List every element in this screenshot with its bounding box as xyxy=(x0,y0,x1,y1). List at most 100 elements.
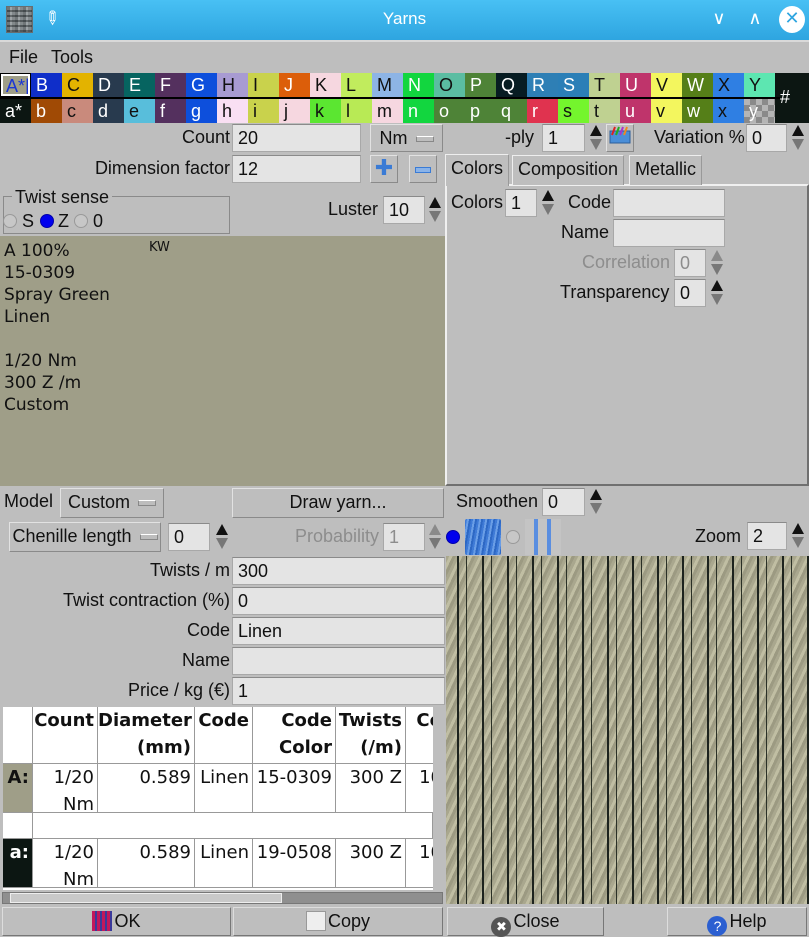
swatch-upper-G[interactable]: G xyxy=(186,73,217,97)
swatch-lower-c[interactable]: c xyxy=(62,99,93,123)
correlation-spinner[interactable] xyxy=(710,249,724,277)
contraction-input[interactable]: 0 xyxy=(232,587,445,615)
zoom-spinner[interactable] xyxy=(791,522,805,550)
unit-select[interactable]: Nm xyxy=(370,124,443,152)
yarn-code-input[interactable]: Linen xyxy=(232,617,445,645)
swatch-lower-r[interactable]: r xyxy=(527,99,558,123)
tab-colors[interactable]: Colors xyxy=(445,154,510,186)
color-code-input[interactable] xyxy=(613,189,725,217)
swatch-upper-K[interactable]: K xyxy=(310,73,341,97)
swatch-hash[interactable]: # xyxy=(775,73,809,123)
swatch-upper-J[interactable]: J xyxy=(279,73,310,97)
swatch-lower-x[interactable]: x xyxy=(713,99,744,123)
swatch-lower-m[interactable]: m xyxy=(372,99,403,123)
swatch-upper-L[interactable]: L xyxy=(341,73,372,97)
variation-input[interactable]: 0 xyxy=(746,124,787,152)
swatch-upper-R[interactable]: R xyxy=(527,73,558,97)
probability-spinner[interactable] xyxy=(428,523,442,551)
dimension-factor-input[interactable]: 12 xyxy=(232,155,361,183)
swatch-lower-w[interactable]: w xyxy=(682,99,713,123)
help-button[interactable]: ? Help xyxy=(667,907,807,936)
swatch-upper-Y[interactable]: Y xyxy=(744,73,775,97)
swatch-lower-v[interactable]: v xyxy=(651,99,682,123)
swatch-upper-V[interactable]: V xyxy=(651,73,682,97)
swatch-lower-y[interactable]: y xyxy=(744,99,775,123)
swatch-lower-u[interactable]: u xyxy=(620,99,651,123)
twists-input[interactable]: 300 xyxy=(232,557,445,585)
swatch-upper-W[interactable]: W xyxy=(682,73,713,97)
swatch-lower-h[interactable]: h xyxy=(217,99,248,123)
swatch-upper-C[interactable]: C xyxy=(62,73,93,97)
swatch-upper-D[interactable]: D xyxy=(93,73,124,97)
probability-input[interactable]: 1 xyxy=(383,523,425,551)
luster-spinner[interactable] xyxy=(428,196,442,224)
scrollbar-thumb[interactable] xyxy=(10,893,282,903)
swatch-lower-i[interactable]: i xyxy=(248,99,279,123)
ok-button[interactable]: OK xyxy=(2,907,231,936)
ply-input[interactable]: 1 xyxy=(542,124,585,152)
swatch-lower-d[interactable]: d xyxy=(93,99,124,123)
swatch-lower-j[interactable]: j xyxy=(279,99,310,123)
chenille-spinner[interactable] xyxy=(215,523,229,551)
chenille-input[interactable]: 0 xyxy=(168,523,210,551)
tab-composition[interactable]: Composition xyxy=(512,155,625,185)
tab-metallic[interactable]: Metallic xyxy=(629,155,703,185)
smoothen-spinner[interactable] xyxy=(589,488,603,516)
swatch-lower-a[interactable]: a* xyxy=(0,99,31,123)
draw-yarn-button[interactable]: Draw yarn... xyxy=(232,488,444,518)
swatch-lower-n[interactable]: n xyxy=(403,99,434,123)
colors-count-input[interactable]: 1 xyxy=(505,189,537,217)
smoothen-input[interactable]: 0 xyxy=(542,488,585,516)
swatch-upper-S[interactable]: S xyxy=(558,73,589,97)
close-window-icon[interactable]: ✕ xyxy=(779,6,805,33)
swatch-upper-B[interactable]: B xyxy=(31,73,62,97)
swatch-upper-E[interactable]: E xyxy=(124,73,155,97)
swatch-upper-X[interactable]: X xyxy=(713,73,744,97)
swatch-lower-o[interactable]: o xyxy=(434,99,465,123)
swatch-lower-l[interactable]: l xyxy=(341,99,372,123)
swatch-upper-I[interactable]: I xyxy=(248,73,279,97)
swatch-upper-P[interactable]: P xyxy=(465,73,496,97)
minimize-icon[interactable]: ∨ xyxy=(707,8,731,29)
zoom-out-button[interactable] xyxy=(409,155,437,183)
price-input[interactable]: 1 xyxy=(232,677,445,705)
swatch-upper-Q[interactable]: Q xyxy=(496,73,527,97)
swatch-lower-s[interactable]: s xyxy=(558,99,589,123)
render-mode-radio-filled[interactable] xyxy=(446,530,460,544)
copy-button[interactable]: Copy xyxy=(233,907,443,936)
swatch-upper-O[interactable]: O xyxy=(434,73,465,97)
swatch-upper-M[interactable]: M xyxy=(372,73,403,97)
colors-count-spinner[interactable] xyxy=(541,189,555,217)
maximize-icon[interactable]: ∧ xyxy=(743,8,767,29)
swatch-upper-H[interactable]: H xyxy=(217,73,248,97)
swatch-upper-N[interactable]: N xyxy=(403,73,434,97)
transparency-input[interactable]: 0 xyxy=(674,279,706,307)
swatch-lower-f[interactable]: f xyxy=(155,99,186,123)
zoom-input[interactable]: 2 xyxy=(747,522,787,550)
count-input[interactable]: 20 xyxy=(232,124,361,152)
luster-input[interactable]: 10 xyxy=(383,196,425,224)
chenille-select[interactable]: Chenille length xyxy=(9,522,161,552)
swatch-upper-A[interactable]: A*| xyxy=(0,73,31,97)
swatch-lower-b[interactable]: b xyxy=(31,99,62,123)
swatch-lower-g[interactable]: g xyxy=(186,99,217,123)
color-name-input[interactable] xyxy=(613,219,725,247)
swatch-lower-p[interactable]: p xyxy=(465,99,496,123)
render-mode-radio-outline[interactable] xyxy=(506,530,520,544)
correlation-input[interactable]: 0 xyxy=(674,249,706,277)
model-select[interactable]: Custom xyxy=(60,488,164,518)
twist-radio-s[interactable] xyxy=(3,214,17,228)
ply-spinner[interactable] xyxy=(589,124,603,152)
twist-radio-0[interactable] xyxy=(74,214,88,228)
color-folder-button[interactable] xyxy=(606,124,634,152)
close-button[interactable]: ✖ Close xyxy=(447,907,604,937)
swatch-lower-k[interactable]: k xyxy=(310,99,341,123)
swatch-upper-F[interactable]: F xyxy=(155,73,186,97)
menu-tools[interactable]: Tools xyxy=(51,47,93,68)
transparency-spinner[interactable] xyxy=(710,279,724,307)
twist-radio-z[interactable] xyxy=(40,214,54,228)
yarn-name-input[interactable] xyxy=(232,647,445,675)
swatch-upper-T[interactable]: T xyxy=(589,73,620,97)
swatch-upper-U[interactable]: U xyxy=(620,73,651,97)
variation-spinner[interactable] xyxy=(791,124,805,152)
